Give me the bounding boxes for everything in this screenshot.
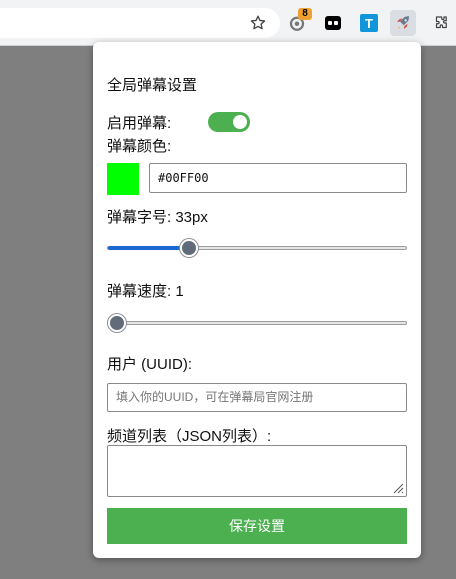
- size-slider-thumb[interactable]: [180, 239, 198, 257]
- translate-icon[interactable]: T: [356, 10, 382, 36]
- enable-toggle[interactable]: [208, 112, 250, 132]
- settings-popup: 全局弹幕设置 启用弹幕: 弹幕颜色: #00FF00 弹幕字号: 33px 弹幕…: [93, 42, 421, 558]
- speed-slider-thumb[interactable]: [108, 314, 126, 332]
- size-slider[interactable]: [107, 239, 407, 257]
- color-label: 弹幕颜色:: [107, 138, 172, 155]
- save-button[interactable]: 保存设置: [107, 508, 407, 544]
- size-label: 弹幕字号: 33px: [107, 209, 208, 226]
- puzzle-icon[interactable]: [428, 10, 454, 36]
- extension-badge-icon[interactable]: 8: [284, 8, 312, 36]
- enable-label: 启用弹幕:: [107, 115, 172, 132]
- star-icon[interactable]: [245, 10, 271, 36]
- channels-textarea[interactable]: [107, 445, 407, 497]
- toggle-knob: [233, 115, 247, 129]
- speed-slider[interactable]: [107, 314, 407, 332]
- size-slider-fill: [108, 246, 189, 250]
- browser-toolbar: 8 T: [0, 0, 456, 46]
- channels-label: 频道列表（JSON列表）:: [107, 428, 272, 445]
- bilibili-icon[interactable]: [320, 10, 346, 36]
- speed-label: 弹幕速度: 1: [107, 283, 184, 300]
- color-swatch[interactable]: [107, 163, 139, 195]
- extension-badge: 8: [298, 8, 312, 20]
- color-hex-input[interactable]: #00FF00: [149, 163, 407, 193]
- popup-title: 全局弹幕设置: [107, 77, 198, 94]
- address-bar[interactable]: [0, 8, 280, 38]
- uuid-label: 用户 (UUID):: [107, 356, 192, 373]
- rocket-icon[interactable]: [390, 10, 416, 36]
- uuid-input[interactable]: 填入你的UUID，可在弹幕局官网注册: [107, 383, 407, 412]
- resize-grip-icon[interactable]: [392, 482, 404, 494]
